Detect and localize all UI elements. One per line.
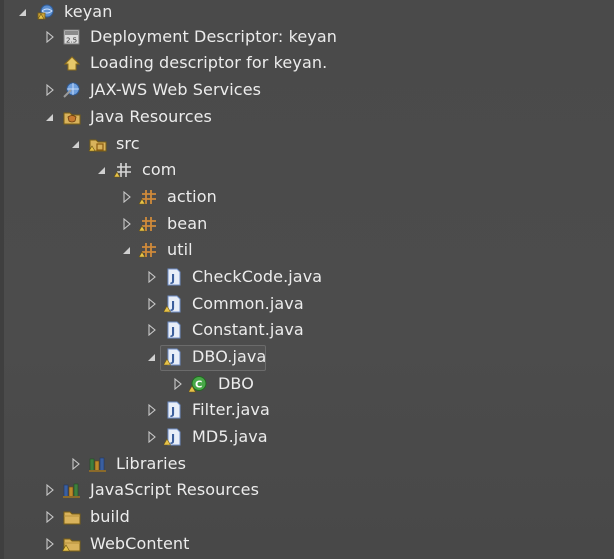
svg-text:J: J (170, 432, 175, 445)
tree-item-label: JAX-WS Web Services (90, 80, 262, 99)
expand-arrow-icon[interactable] (146, 324, 158, 336)
tree-item-keyan[interactable]: keyan (0, 0, 614, 25)
tree-item-checkcode-java[interactable]: J CheckCode.java (0, 264, 614, 290)
package-icon (139, 188, 159, 206)
svg-text:J: J (170, 299, 175, 312)
expand-arrow-icon[interactable] (121, 218, 133, 230)
tree-item-com[interactable]: com (0, 157, 614, 183)
svg-text:2.5: 2.5 (66, 37, 77, 45)
expand-arrow-icon[interactable] (44, 538, 56, 550)
tree-item-label: bean (167, 214, 208, 233)
tree-item-label: WebContent (90, 534, 190, 553)
tree-item-label: Java Resources (90, 107, 212, 126)
expand-arrow-icon[interactable] (44, 31, 56, 43)
expand-arrow-icon[interactable] (146, 404, 158, 416)
tree-item-webcontent[interactable]: WebContent (0, 531, 614, 557)
expand-arrow-icon[interactable] (121, 191, 133, 203)
java-file-warning-icon: J (164, 428, 184, 446)
project-explorer-tree: keyan 2.5 Deployment Descriptor: keyan L… (0, 0, 614, 559)
tree-item-bean[interactable]: bean (0, 211, 614, 237)
expand-arrow-icon[interactable] (44, 84, 56, 96)
tree-item-label: JavaScript Resources (90, 480, 259, 499)
tree-item-label: com (142, 160, 177, 179)
java-file-icon: J (164, 268, 184, 286)
web-project-icon (36, 3, 56, 21)
tree-item-util[interactable]: util (0, 237, 614, 263)
java-file-warning-icon: J (164, 348, 184, 366)
folder-warning-icon (62, 535, 82, 553)
svg-text:J: J (170, 325, 175, 338)
source-folder-icon (88, 135, 108, 153)
tree-item-label: Constant.java (192, 320, 304, 339)
tree-item-jax-ws[interactable]: JAX-WS Web Services (0, 77, 614, 103)
java-file-icon: J (164, 321, 184, 339)
tree-item-label: action (167, 187, 217, 206)
tree-item-src[interactable]: src (0, 131, 614, 157)
deployment-descriptor-icon: 2.5 (62, 28, 82, 46)
javascript-resources-icon (62, 481, 82, 499)
tree-item-label: src (116, 134, 140, 153)
collapse-arrow-icon[interactable] (96, 164, 108, 176)
tree-item-build[interactable]: build (0, 504, 614, 530)
tree-item-label: DBO (218, 374, 254, 393)
collapse-arrow-icon[interactable] (146, 351, 158, 363)
tree-item-label: Deployment Descriptor: keyan (90, 27, 338, 46)
tree-item-label: Filter.java (192, 400, 270, 419)
tree-item-constant-java[interactable]: J Constant.java (0, 317, 614, 343)
svg-text:J: J (170, 352, 175, 365)
expand-arrow-icon[interactable] (146, 271, 158, 283)
tree-item-deployment-descriptor[interactable]: 2.5 Deployment Descriptor: keyan (0, 24, 614, 50)
tree-item-loading-descriptor: Loading descriptor for keyan. (0, 50, 614, 76)
tree-item-label: build (90, 507, 130, 526)
package-icon (139, 215, 159, 233)
svg-text:J: J (170, 405, 175, 418)
tree-item-javascript-resources[interactable]: JavaScript Resources (0, 477, 614, 503)
class-icon: C (189, 375, 209, 393)
folder-icon (62, 508, 82, 526)
expand-arrow-icon[interactable] (70, 458, 82, 470)
tree-item-filter-java[interactable]: J Filter.java (0, 397, 614, 423)
tree-item-dbo-java[interactable]: J DBO.java (0, 344, 614, 371)
tree-item-common-java[interactable]: J Common.java (0, 291, 614, 317)
tree-item-dbo-class[interactable]: C DBO (0, 371, 614, 397)
tree-item-label: CheckCode.java (192, 267, 323, 286)
libraries-icon (88, 455, 108, 473)
expand-arrow-icon[interactable] (146, 298, 158, 310)
expand-arrow-icon[interactable] (172, 378, 184, 390)
package-icon (114, 161, 134, 179)
java-resources-icon (62, 108, 82, 126)
expand-arrow-icon[interactable] (44, 511, 56, 523)
tree-item-label: keyan (64, 2, 113, 21)
expand-arrow-icon[interactable] (44, 484, 56, 496)
tree-item-label: Libraries (116, 454, 187, 473)
expand-arrow-icon[interactable] (146, 431, 158, 443)
tree-item-libraries[interactable]: Libraries (0, 451, 614, 477)
collapse-arrow-icon[interactable] (70, 138, 82, 150)
tree-item-label: Common.java (192, 294, 304, 313)
collapse-arrow-icon[interactable] (17, 6, 29, 18)
svg-text:J: J (170, 272, 175, 285)
java-file-warning-icon: J (164, 295, 184, 313)
tree-item-label: MD5.java (192, 427, 268, 446)
tree-item-md5-java[interactable]: J MD5.java (0, 424, 614, 450)
svg-text:C: C (195, 380, 202, 391)
tree-item-java-resources[interactable]: Java Resources (0, 104, 614, 130)
collapse-arrow-icon[interactable] (121, 244, 133, 256)
tree-item-label: DBO.java (192, 347, 267, 366)
package-icon (139, 241, 159, 259)
tree-item-label: Loading descriptor for keyan. (90, 53, 328, 72)
loading-icon (62, 54, 82, 72)
tree-item-action[interactable]: action (0, 184, 614, 210)
collapse-arrow-icon[interactable] (44, 111, 56, 123)
java-file-icon: J (164, 401, 184, 419)
web-services-icon (62, 81, 82, 99)
tree-item-label: util (167, 240, 193, 259)
